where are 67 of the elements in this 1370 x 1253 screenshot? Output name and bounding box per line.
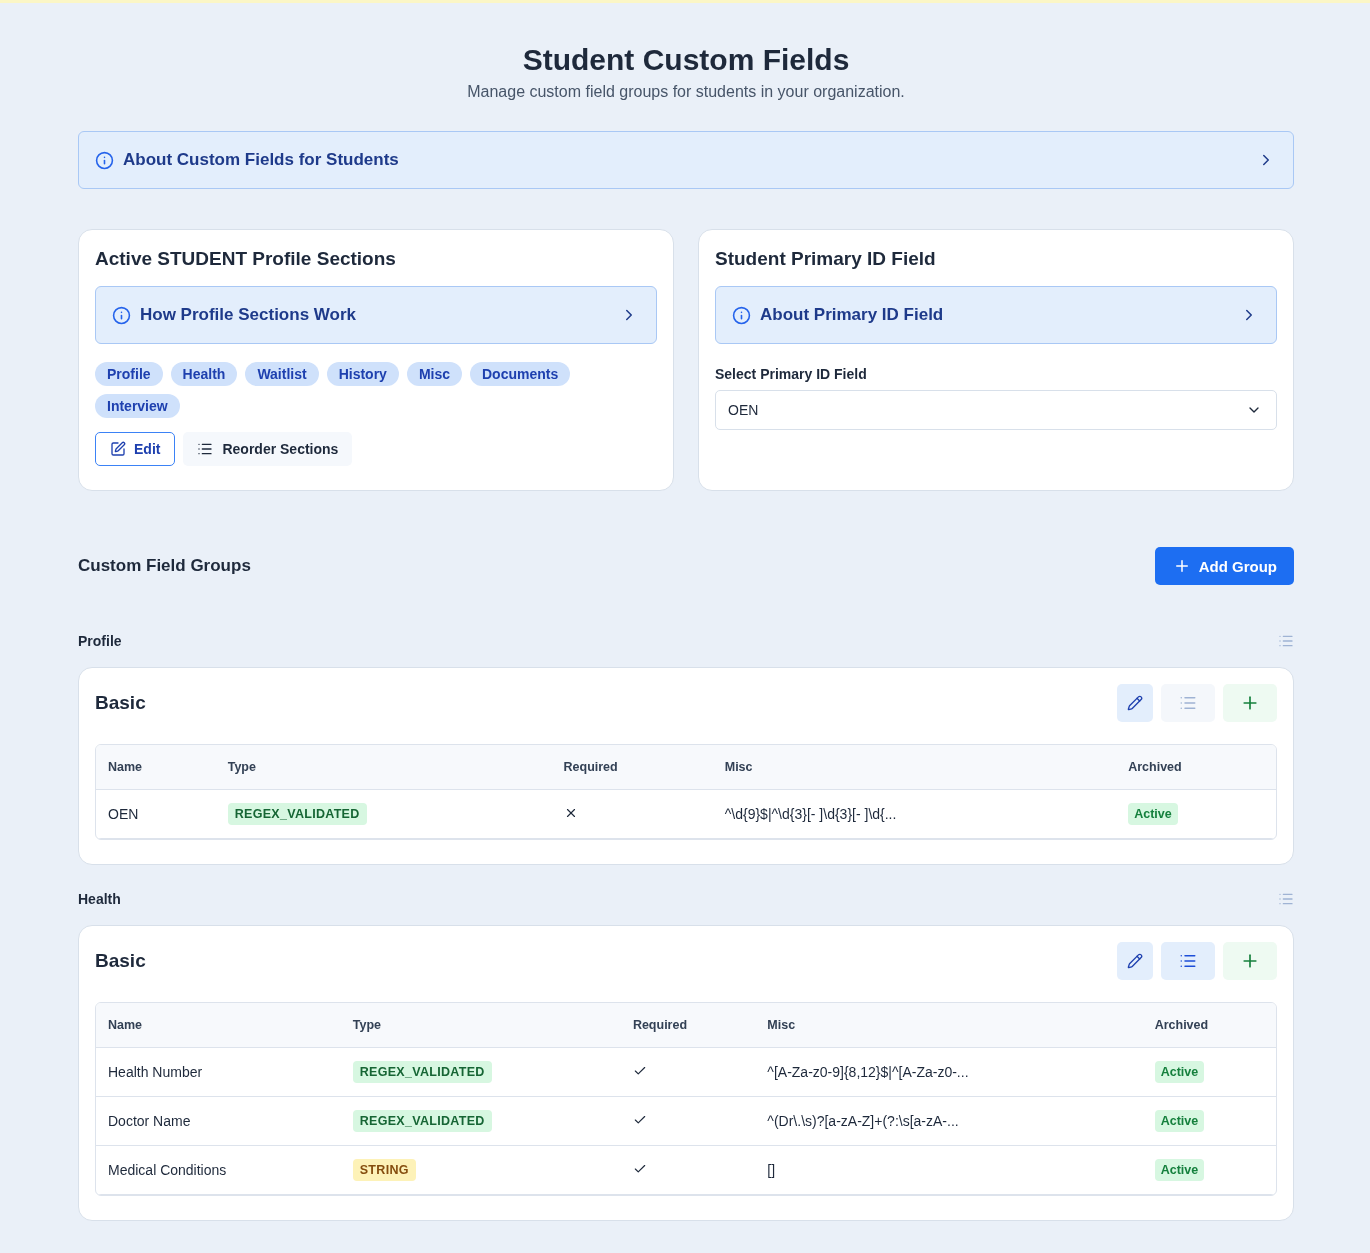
list-icon	[197, 441, 214, 457]
info-icon	[95, 150, 114, 170]
add-group-button[interactable]: Add Group	[1154, 547, 1294, 585]
card-title: Student Primary ID Field	[715, 248, 937, 270]
reorder-fields-button[interactable]	[1161, 942, 1215, 980]
list-icon	[1179, 694, 1197, 712]
table-cell: OEN	[96, 790, 216, 839]
section-tag: Interview	[95, 394, 180, 418]
column-header: Required	[620, 1003, 756, 1048]
pencil-icon	[1127, 695, 1143, 711]
status-tag: Active	[1154, 1110, 1205, 1132]
page-title: Student Custom Fields	[522, 43, 850, 77]
list-icon	[1179, 952, 1197, 970]
info-banner[interactable]: How Profile Sections Work	[95, 286, 657, 344]
table-cell: Health Number	[96, 1048, 341, 1097]
reorder-sections-button[interactable]: Reorder Sections	[183, 432, 353, 466]
column-header: Misc	[712, 745, 1117, 790]
section-name: Profile	[78, 633, 122, 649]
edit-icon	[110, 441, 126, 457]
table-cell: ^(Dr\.\s)?[a-zA-Z]+(?:\s[a-zA-...	[755, 1097, 1143, 1146]
section-tag: Documents	[470, 362, 571, 386]
column-header: Misc	[755, 1003, 1143, 1048]
column-header: Type	[215, 745, 552, 790]
section-tag: Waitlist	[245, 362, 319, 386]
column-header: Required	[551, 745, 713, 790]
status-tag: Active	[1128, 803, 1178, 825]
table-cell: ^\d{9}$|^\d{3}[- ]\d{3}[- ]\d{...	[712, 790, 1117, 839]
type-tag: REGEX_VALIDATED	[227, 803, 367, 825]
primary-id-select[interactable]: OEN	[715, 390, 1277, 430]
column-header: Name	[96, 1003, 341, 1048]
section-tag: Health	[170, 362, 238, 386]
status-tag: Active	[1154, 1159, 1205, 1181]
list-icon[interactable]	[1278, 891, 1294, 907]
column-header: Name	[96, 745, 216, 790]
section-tag: Misc	[406, 362, 462, 386]
column-header: Archived	[1142, 1003, 1276, 1048]
type-tag: REGEX_VALIDATED	[352, 1110, 492, 1132]
pencil-icon	[1127, 953, 1143, 969]
table-cell: []	[755, 1146, 1143, 1195]
info-banner[interactable]: About Custom Fields for Students	[78, 131, 1294, 189]
type-tag: REGEX_VALIDATED	[352, 1061, 492, 1083]
edit-group-button[interactable]	[1117, 684, 1153, 722]
info-icon	[732, 305, 751, 325]
column-header: Type	[340, 1003, 621, 1048]
status-tag: Active	[1154, 1061, 1205, 1083]
table-cell: Medical Conditions	[96, 1146, 341, 1195]
page-subtitle: Manage custom field groups for students in your organization.	[467, 83, 905, 101]
section-tag: History	[326, 362, 399, 386]
edit-group-button[interactable]	[1117, 942, 1153, 980]
edit-button[interactable]: Edit	[95, 432, 176, 466]
reorder-fields-button[interactable]	[1161, 684, 1215, 722]
section-name: Health	[78, 891, 121, 907]
card-title: Active STUDENT Profile Sections	[95, 248, 397, 270]
group-title: Basic	[95, 950, 146, 972]
list-icon[interactable]	[1278, 633, 1294, 649]
info-icon	[112, 305, 131, 325]
section-tag: Profile	[95, 362, 163, 386]
info-banner[interactable]: About Primary ID Field	[715, 286, 1277, 344]
add-field-button[interactable]	[1223, 684, 1277, 722]
select-label: Select Primary ID Field	[715, 366, 868, 382]
section-title: Custom Field Groups	[78, 556, 251, 576]
group-title: Basic	[95, 692, 146, 714]
type-tag: STRING	[352, 1159, 416, 1181]
table-cell: Doctor Name	[96, 1097, 341, 1146]
add-field-button[interactable]	[1223, 942, 1277, 980]
table-cell: ^[A-Za-z0-9]{8,12}$|^[A-Za-z0-...	[755, 1048, 1143, 1097]
column-header: Archived	[1116, 745, 1276, 790]
